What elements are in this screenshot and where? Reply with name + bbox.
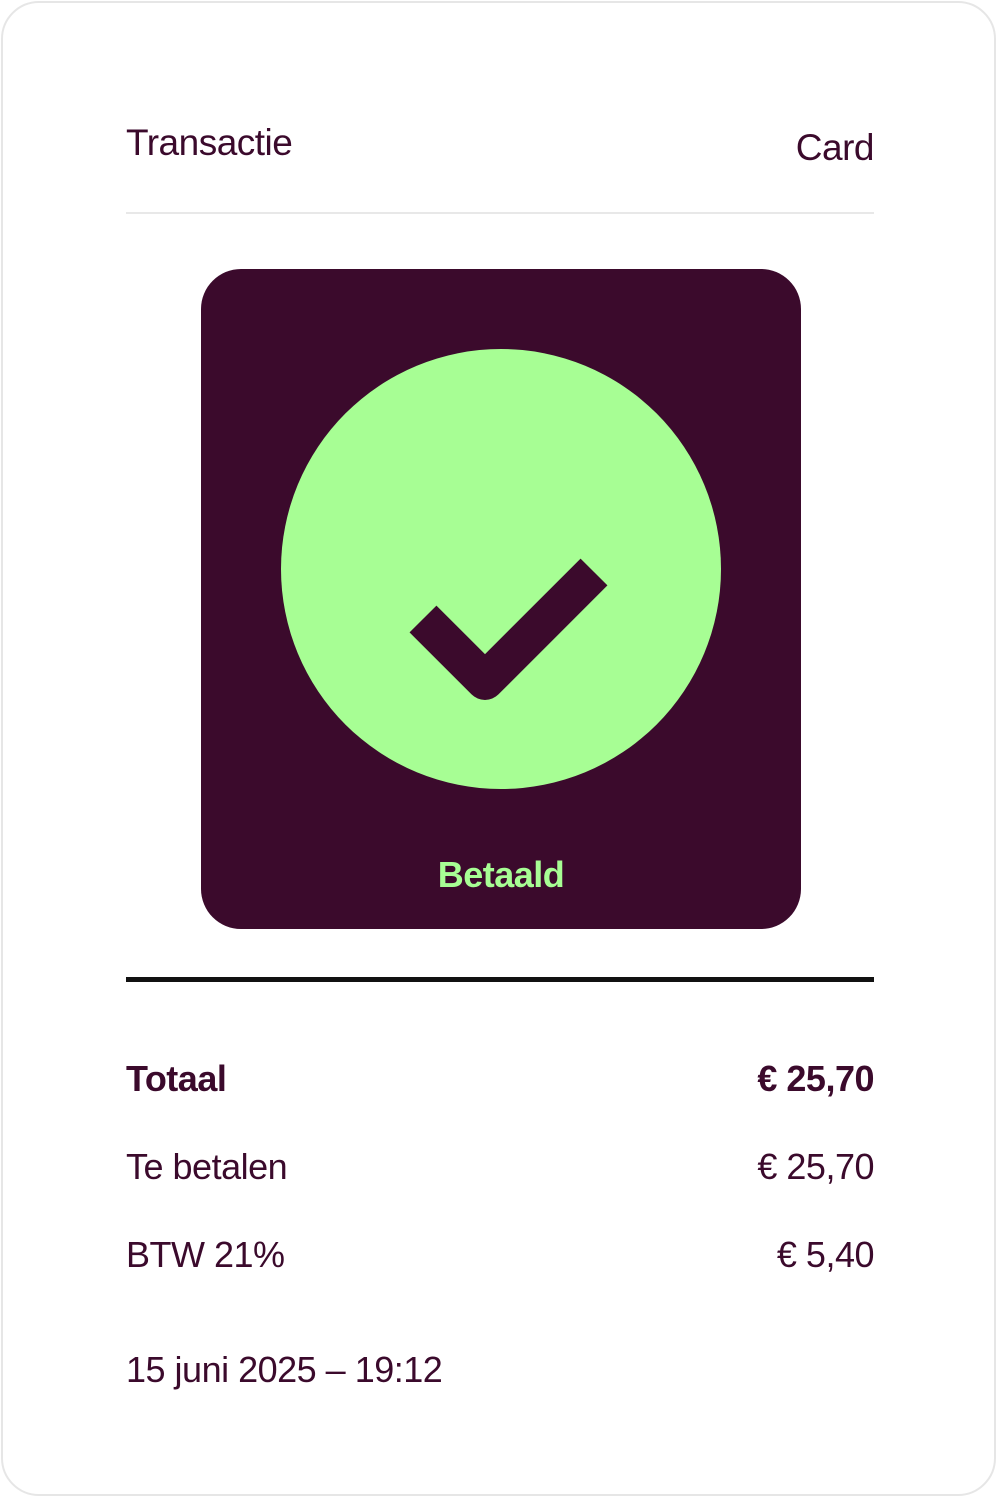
vat-label: BTW 21%: [126, 1234, 285, 1275]
header-divider: [126, 212, 874, 214]
transaction-timestamp: 15 juni 2025 – 19:12: [126, 1349, 443, 1390]
vat-row: BTW 21% € 5,40: [126, 1234, 875, 1284]
summary-divider: [126, 977, 874, 982]
amount-due-value: € 25,70: [757, 1146, 874, 1187]
total-value: € 25,70: [757, 1058, 874, 1099]
receipt-header: Transactie Card: [126, 122, 875, 172]
amount-due-row: Te betalen € 25,70: [126, 1146, 874, 1196]
payment-method: Card: [795, 127, 875, 168]
checkmark-icon: [409, 558, 608, 700]
status-label: Betaald: [437, 854, 565, 895]
status-circle: [281, 349, 721, 789]
total-label: Totaal: [126, 1058, 227, 1099]
page-title: Transactie: [126, 122, 293, 163]
payment-status-panel: Betaald: [201, 269, 801, 929]
vat-value: € 5,40: [776, 1234, 875, 1275]
total-row: Totaal € 25,70: [126, 1058, 874, 1108]
amount-due-label: Te betalen: [126, 1146, 288, 1187]
